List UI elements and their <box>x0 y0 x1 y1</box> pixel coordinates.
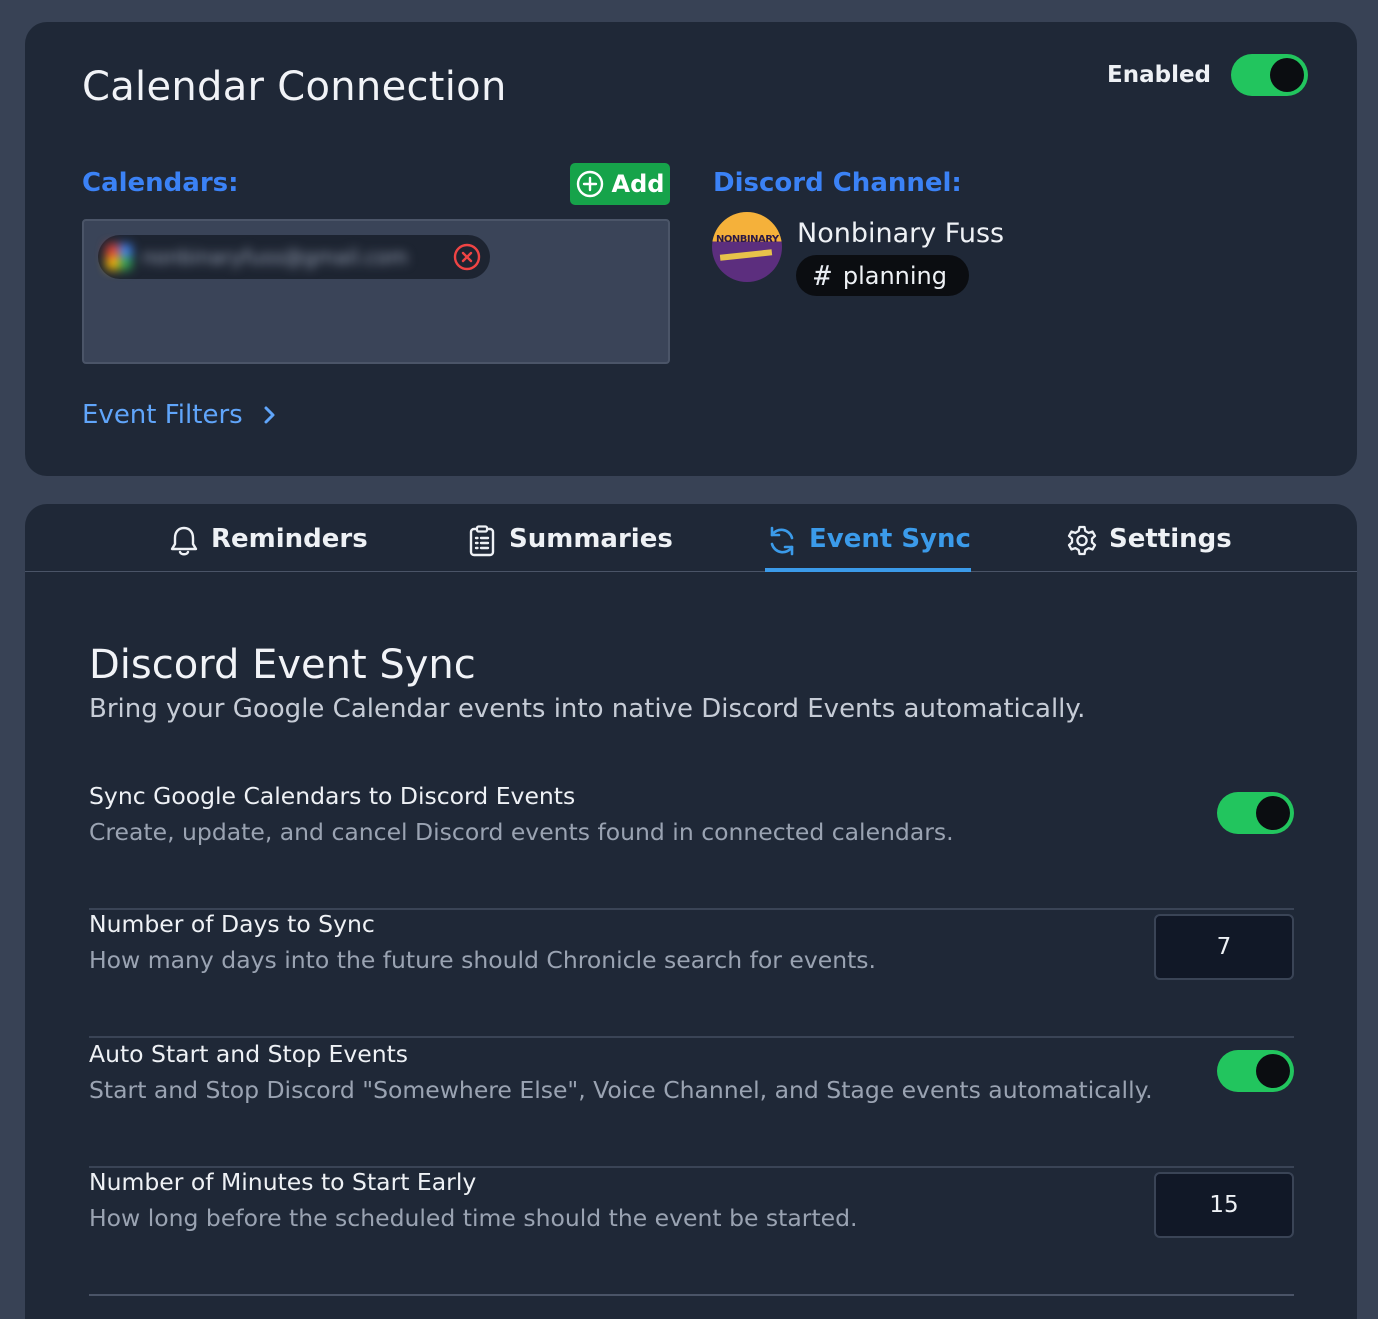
setting-description: How long before the scheduled time shoul… <box>89 1204 858 1232</box>
setting-title: Number of Minutes to Start Early <box>89 1168 477 1196</box>
tab-settings[interactable]: Settings <box>1065 524 1232 572</box>
toggle-knob <box>1256 796 1290 830</box>
setting-description: How many days into the future should Chr… <box>89 946 877 974</box>
refresh-icon <box>770 526 794 556</box>
enabled-toggle[interactable] <box>1231 54 1308 96</box>
setting-title: Number of Days to Sync <box>89 910 375 938</box>
tab-reminders[interactable]: Reminders <box>167 524 368 572</box>
event-sync-card: Reminders Summaries Event Sync Settings … <box>25 504 1357 1319</box>
tab-label: Reminders <box>211 524 368 554</box>
toggle-knob <box>1256 1054 1290 1088</box>
avatar-logo-text: NONBINARY <box>716 234 779 245</box>
event-filters-link[interactable]: Event Filters <box>82 400 279 430</box>
setting-row-days-to-sync: Number of Days to Sync How many days int… <box>89 910 1294 1038</box>
enabled-label: Enabled <box>1107 62 1212 88</box>
clipboard-list-icon <box>469 525 495 557</box>
tab-label: Settings <box>1109 524 1232 554</box>
discord-channel-label: Discord Channel: <box>713 168 962 198</box>
tab-label: Summaries <box>509 524 673 554</box>
tab-bar: Reminders Summaries Event Sync Settings <box>25 504 1357 572</box>
remove-calendar-icon[interactable] <box>452 242 482 272</box>
gear-icon <box>1067 525 1097 556</box>
setting-title: Auto Start and Stop Events <box>89 1040 409 1068</box>
calendar-connection-card: Calendar Connection Enabled Calendars: A… <box>25 22 1357 476</box>
setting-title: Sync Google Calendars to Discord Events <box>89 782 576 810</box>
add-calendar-button[interactable]: Add <box>570 163 670 205</box>
section-subtitle: Bring your Google Calendar events into n… <box>89 694 1086 724</box>
calendar-email: nonbinaryfuss@gmail.com <box>142 245 409 269</box>
calendar-chip: nonbinaryfuss@gmail.com <box>98 235 490 279</box>
channel-pill[interactable]: # planning <box>796 255 970 296</box>
tab-label: Event Sync <box>809 524 971 554</box>
days-to-sync-input[interactable]: 7 <box>1154 914 1294 980</box>
bell-icon <box>170 526 198 556</box>
setting-row-minutes-early: Number of Minutes to Start Early How lon… <box>89 1168 1294 1296</box>
server-name: Nonbinary Fuss <box>797 218 1005 249</box>
google-calendar-icon <box>106 244 132 270</box>
calendar-list: nonbinaryfuss@gmail.com <box>82 219 670 364</box>
minutes-early-input[interactable]: 15 <box>1154 1172 1294 1238</box>
auto-start-stop-toggle[interactable] <box>1217 1050 1294 1092</box>
plus-circle-icon <box>576 170 603 198</box>
sync-calendars-toggle[interactable] <box>1217 792 1294 834</box>
tab-summaries[interactable]: Summaries <box>465 524 673 572</box>
card-title: Calendar Connection <box>82 64 507 110</box>
tab-event-sync[interactable]: Event Sync <box>765 524 971 572</box>
toggle-knob <box>1270 58 1304 92</box>
avatar-stripe <box>719 249 773 261</box>
add-button-label: Add <box>611 170 665 198</box>
chevron-right-icon <box>264 406 275 424</box>
server-avatar: NONBINARY <box>712 212 782 282</box>
setting-row-sync-calendars: Sync Google Calendars to Discord Events … <box>89 782 1294 910</box>
hash-icon: # <box>814 259 831 292</box>
calendar-chip-blurred-content: nonbinaryfuss@gmail.com <box>106 241 442 273</box>
channel-name: planning <box>842 261 948 290</box>
setting-description: Start and Stop Discord "Somewhere Else",… <box>89 1076 1153 1104</box>
event-filters-label: Event Filters <box>82 400 243 430</box>
setting-row-auto-start-stop: Auto Start and Stop Events Start and Sto… <box>89 1040 1294 1168</box>
calendars-label: Calendars: <box>82 168 239 198</box>
section-title: Discord Event Sync <box>89 642 476 688</box>
setting-description: Create, update, and cancel Discord event… <box>89 818 954 846</box>
